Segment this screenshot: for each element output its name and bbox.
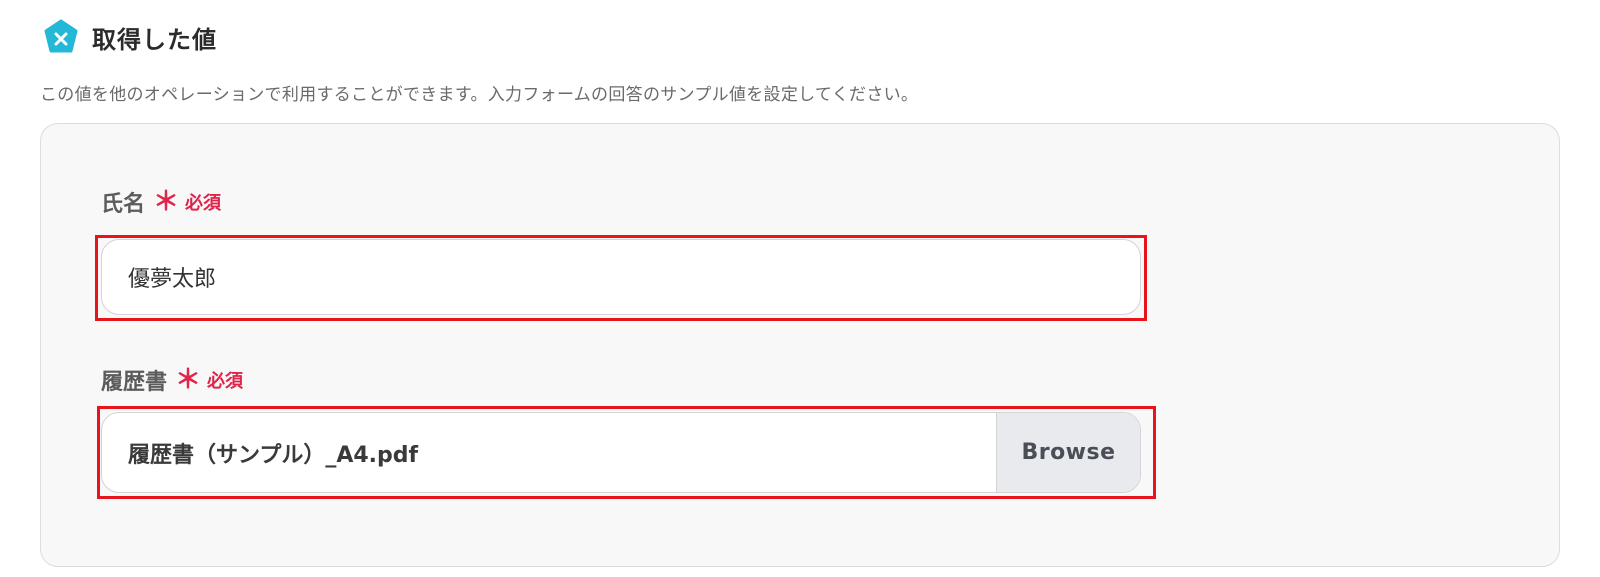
required-badge: 必須 [207,371,244,392]
section-header: 取得した値 [42,18,217,56]
name-input[interactable]: 優夢太郎 [101,239,1141,315]
section-title: 取得した値 [92,25,217,54]
name-label-text: 氏名 [101,192,146,217]
required-badge: 必須 [185,193,222,214]
browse-button[interactable]: Browse [996,413,1140,492]
required-asterisk: ＊ [175,365,202,395]
section-description: この値を他のオペレーションで利用することができます。入力フォームの回答のサンプル… [40,85,919,105]
required-asterisk: ＊ [153,187,180,217]
resume-file-name: 履歴書（サンプル）_A4.pdf [128,442,419,468]
resume-field-label: 履歴書 ＊ 必須 [101,364,243,396]
resume-file-input[interactable]: 履歴書（サンプル）_A4.pdf Browse [101,412,1141,493]
name-input-value: 優夢太郎 [128,267,217,292]
resume-label-text: 履歴書 [101,370,168,395]
variable-x-icon [42,18,80,56]
name-field-label: 氏名 ＊ 必須 [101,186,221,218]
sample-values-panel [40,123,1560,567]
